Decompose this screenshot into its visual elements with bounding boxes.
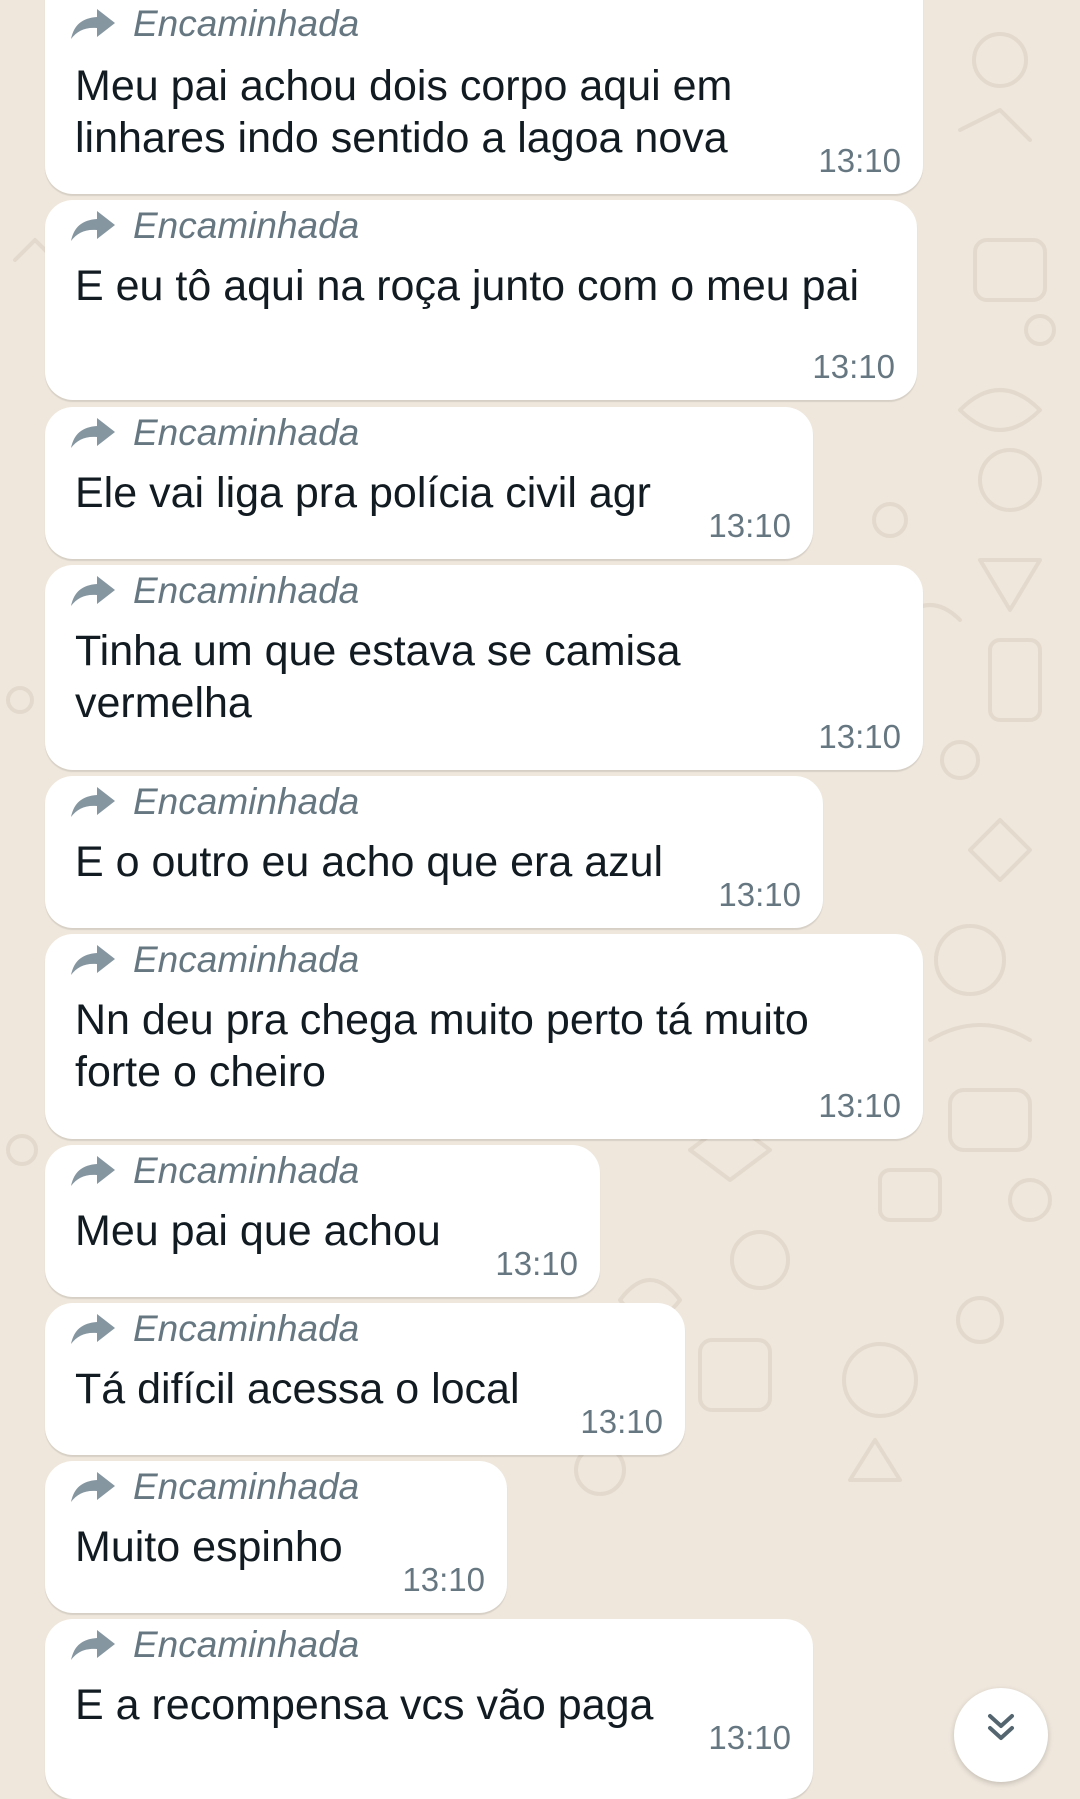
forwarded-label: Encaminhada	[133, 1308, 360, 1349]
forward-arrow-icon	[71, 1630, 115, 1660]
message-time: 13:10	[708, 1719, 791, 1756]
forward-arrow-icon	[71, 1314, 115, 1344]
message-bubble[interactable]: Encaminhada Meu pai que achou 13:10	[45, 1145, 600, 1297]
forwarded-label: Encaminhada	[133, 939, 360, 980]
message-bubble[interactable]: Encaminhada Tá difícil acessa o local 13…	[45, 1303, 685, 1455]
message-text: E o outro eu acho que era azul	[75, 838, 664, 886]
message-bubble[interactable]: Encaminhada E eu tô aqui na roça junto c…	[45, 200, 917, 400]
forwarded-label: Encaminhada	[133, 781, 360, 822]
forwarded-indicator: Encaminhada	[69, 569, 359, 613]
message-bubble[interactable]: Encaminhada E o outro eu acho que era az…	[45, 776, 823, 928]
forwarded-indicator: Encaminhada	[69, 1307, 359, 1351]
message-time: 13:10	[812, 348, 895, 385]
forward-arrow-icon	[71, 9, 115, 39]
forward-arrow-icon	[71, 1156, 115, 1186]
message-bubble[interactable]: Encaminhada Tinha um que estava se camis…	[45, 565, 923, 770]
message-time: 13:10	[818, 142, 901, 179]
forwarded-label: Encaminhada	[133, 412, 360, 453]
forward-arrow-icon	[71, 787, 115, 817]
forwarded-indicator: Encaminhada	[69, 1623, 359, 1667]
forward-arrow-icon	[71, 211, 115, 241]
message-text: Meu pai que achou	[75, 1207, 441, 1255]
message-text: E a recompensa vcs vão paga	[75, 1681, 654, 1729]
message-time: 13:10	[495, 1245, 578, 1282]
message-bubble[interactable]: Encaminhada Meu pai achou dois corpo aqu…	[45, 0, 923, 194]
message-bubble[interactable]: Encaminhada Muito espinho 13:10	[45, 1461, 507, 1613]
message-time: 13:10	[818, 1087, 901, 1124]
forwarded-indicator: Encaminhada	[69, 2, 359, 46]
forwarded-indicator: Encaminhada	[69, 204, 359, 248]
message-bubble[interactable]: Encaminhada E a recompensa vcs vão paga …	[45, 1619, 813, 1799]
forwarded-label: Encaminhada	[133, 205, 360, 246]
message-time: 13:10	[402, 1561, 485, 1598]
forwarded-label: Encaminhada	[133, 570, 360, 611]
message-bubble[interactable]: Encaminhada Nn deu pra chega muito perto…	[45, 934, 923, 1139]
forwarded-label: Encaminhada	[133, 1466, 360, 1507]
forwarded-indicator: Encaminhada	[69, 1465, 359, 1509]
message-text: Meu pai achou dois corpo aqui em linhare…	[75, 62, 733, 162]
message-time: 13:10	[818, 718, 901, 755]
forward-arrow-icon	[71, 576, 115, 606]
message-text: Nn deu pra chega muito perto tá muito fo…	[75, 996, 809, 1096]
message-text: Muito espinho	[75, 1523, 343, 1571]
forwarded-indicator: Encaminhada	[69, 780, 359, 824]
message-time: 13:10	[708, 507, 791, 544]
message-bubble[interactable]: Encaminhada Ele vai liga pra polícia civ…	[45, 407, 813, 559]
message-time: 13:10	[718, 876, 801, 913]
double-chevron-down-icon	[988, 1714, 1014, 1740]
forwarded-label: Encaminhada	[133, 1150, 360, 1191]
forwarded-indicator: Encaminhada	[69, 1149, 359, 1193]
forwarded-label: Encaminhada	[133, 1624, 360, 1665]
message-time: 13:10	[580, 1403, 663, 1440]
forward-arrow-icon	[71, 418, 115, 448]
message-text: Ele vai liga pra polícia civil agr	[75, 469, 651, 517]
forward-arrow-icon	[71, 1472, 115, 1502]
forwarded-indicator: Encaminhada	[69, 938, 359, 982]
message-text: Tinha um que estava se camisa vermelha	[75, 627, 681, 727]
forwarded-label: Encaminhada	[133, 3, 360, 44]
message-text: Tá difícil acessa o local	[75, 1365, 520, 1413]
forward-arrow-icon	[71, 945, 115, 975]
forwarded-indicator: Encaminhada	[69, 411, 359, 455]
message-text: E eu tô aqui na roça junto com o meu pai	[75, 262, 860, 310]
